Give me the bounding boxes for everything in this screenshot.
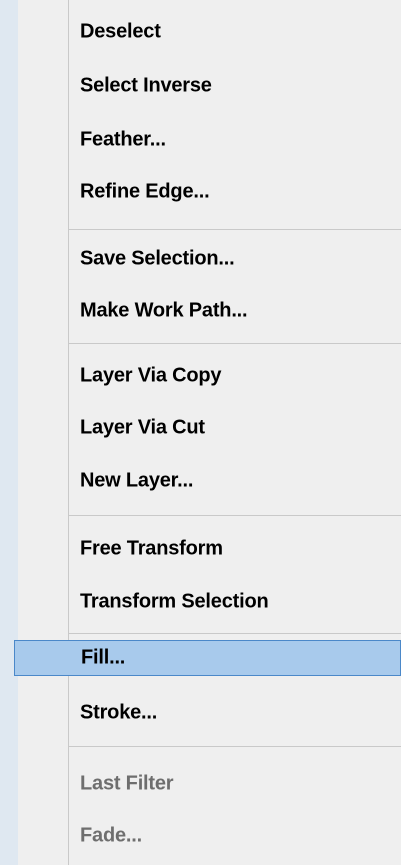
menu-item-label: Transform Selection (80, 590, 269, 613)
menu-item-label: Fade... (80, 824, 142, 847)
menu-item-layer-via-cut[interactable]: Layer Via Cut (18, 410, 401, 446)
menu-item-label: Fill... (81, 646, 126, 669)
menu-separator (69, 633, 401, 634)
menu-item-feather[interactable]: Feather... (18, 122, 401, 158)
menu-item-layer-via-copy[interactable]: Layer Via Copy (18, 358, 401, 394)
menu-item-deselect[interactable]: Deselect (18, 14, 401, 50)
menu-item-label: New Layer... (80, 469, 194, 492)
menu-item-label: Free Transform (80, 537, 223, 560)
menu-item-new-layer[interactable]: New Layer... (18, 463, 401, 499)
menu-item-label: Feather... (80, 128, 166, 151)
menu-item-make-work-path[interactable]: Make Work Path... (18, 293, 401, 329)
menu-item-label: Make Work Path... (80, 299, 248, 322)
menu-item-refine-edge[interactable]: Refine Edge... (18, 174, 401, 210)
menu-item-free-transform[interactable]: Free Transform (18, 531, 401, 567)
menu-separator (69, 229, 401, 230)
menu-item-label: Layer Via Cut (80, 416, 205, 439)
menu-item-label: Refine Edge... (80, 180, 210, 203)
menu-separator (69, 746, 401, 747)
menu-item-label: Select Inverse (80, 74, 212, 97)
menu-item-stroke[interactable]: Stroke... (18, 695, 401, 731)
menu-separator (69, 343, 401, 344)
menu-item-last-filter: Last Filter (18, 766, 401, 802)
context-menu: Deselect Select Inverse Feather... Refin… (14, 0, 401, 865)
menu-item-transform-selection[interactable]: Transform Selection (18, 584, 401, 620)
menu-item-label: Last Filter (80, 772, 174, 795)
menu-item-save-selection[interactable]: Save Selection... (18, 241, 401, 277)
menu-separator (69, 515, 401, 516)
menu-item-label: Layer Via Copy (80, 364, 222, 387)
menu-item-select-inverse[interactable]: Select Inverse (18, 68, 401, 104)
menu-item-label: Stroke... (80, 701, 158, 724)
menu-item-label: Save Selection... (80, 247, 235, 270)
menu-item-fill[interactable]: Fill... (14, 640, 401, 676)
menu-item-fade: Fade... (18, 818, 401, 854)
menu-item-label: Deselect (80, 20, 161, 43)
